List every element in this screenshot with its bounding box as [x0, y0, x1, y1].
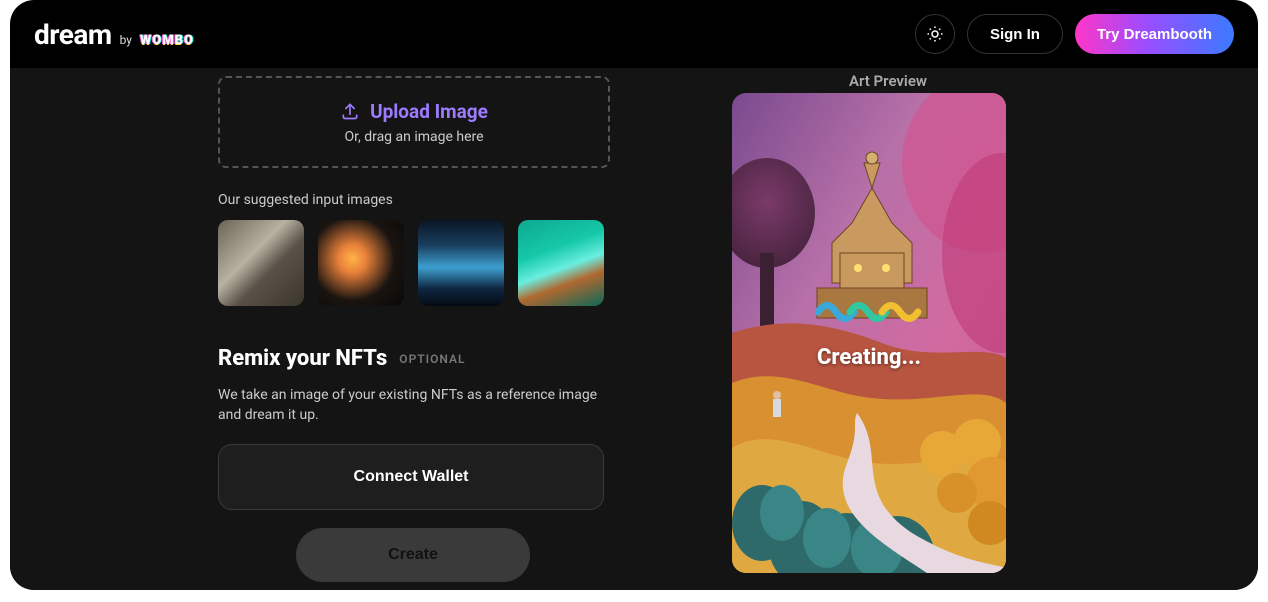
header-actions: Sign In Try Dreambooth [915, 14, 1234, 54]
brand-wombo: WOMBO [140, 33, 194, 48]
remix-title: Remix your NFTs [218, 346, 387, 371]
preview-status-overlay: Creating... [816, 297, 922, 370]
remix-header: Remix your NFTs OPTIONAL [218, 346, 618, 371]
suggested-image-1[interactable] [218, 220, 304, 306]
brand-by: by [120, 33, 132, 47]
upload-title: Upload Image [370, 100, 488, 123]
suggested-image-4[interactable] [518, 220, 604, 306]
brand-main: dream [34, 18, 112, 51]
sun-icon [926, 25, 944, 43]
art-preview-label: Art Preview [828, 72, 948, 90]
sign-in-button[interactable]: Sign In [967, 14, 1063, 54]
remix-description: We take an image of your existing NFTs a… [218, 385, 598, 426]
suggested-images-label: Our suggested input images [218, 192, 618, 208]
upload-subtitle: Or, drag an image here [344, 129, 483, 145]
try-dreambooth-button[interactable]: Try Dreambooth [1075, 14, 1234, 54]
brand: dream by WOMBO [34, 18, 194, 51]
theme-toggle-button[interactable] [915, 14, 955, 54]
upload-dropzone[interactable]: Upload Image Or, drag an image here [218, 76, 610, 168]
upload-title-row: Upload Image [340, 100, 488, 123]
upload-icon [340, 101, 360, 121]
suggested-image-3[interactable] [418, 220, 504, 306]
connect-wallet-button[interactable]: Connect Wallet [218, 444, 604, 510]
suggested-images-row [218, 220, 618, 306]
optional-badge: OPTIONAL [399, 352, 465, 366]
art-preview-card: Creating... [732, 93, 1006, 573]
header: dream by WOMBO Sign In Try Dreambooth [10, 0, 1258, 68]
suggested-image-2[interactable] [318, 220, 404, 306]
app-window: dream by WOMBO Sign In Try Dreambooth [10, 0, 1258, 590]
loading-wave-icon [816, 297, 922, 327]
create-button[interactable]: Create [296, 528, 530, 582]
left-column: Upload Image Or, drag an image here Our … [218, 68, 618, 582]
preview-status-text: Creating... [816, 345, 922, 370]
main-content: Upload Image Or, drag an image here Our … [10, 68, 1258, 590]
